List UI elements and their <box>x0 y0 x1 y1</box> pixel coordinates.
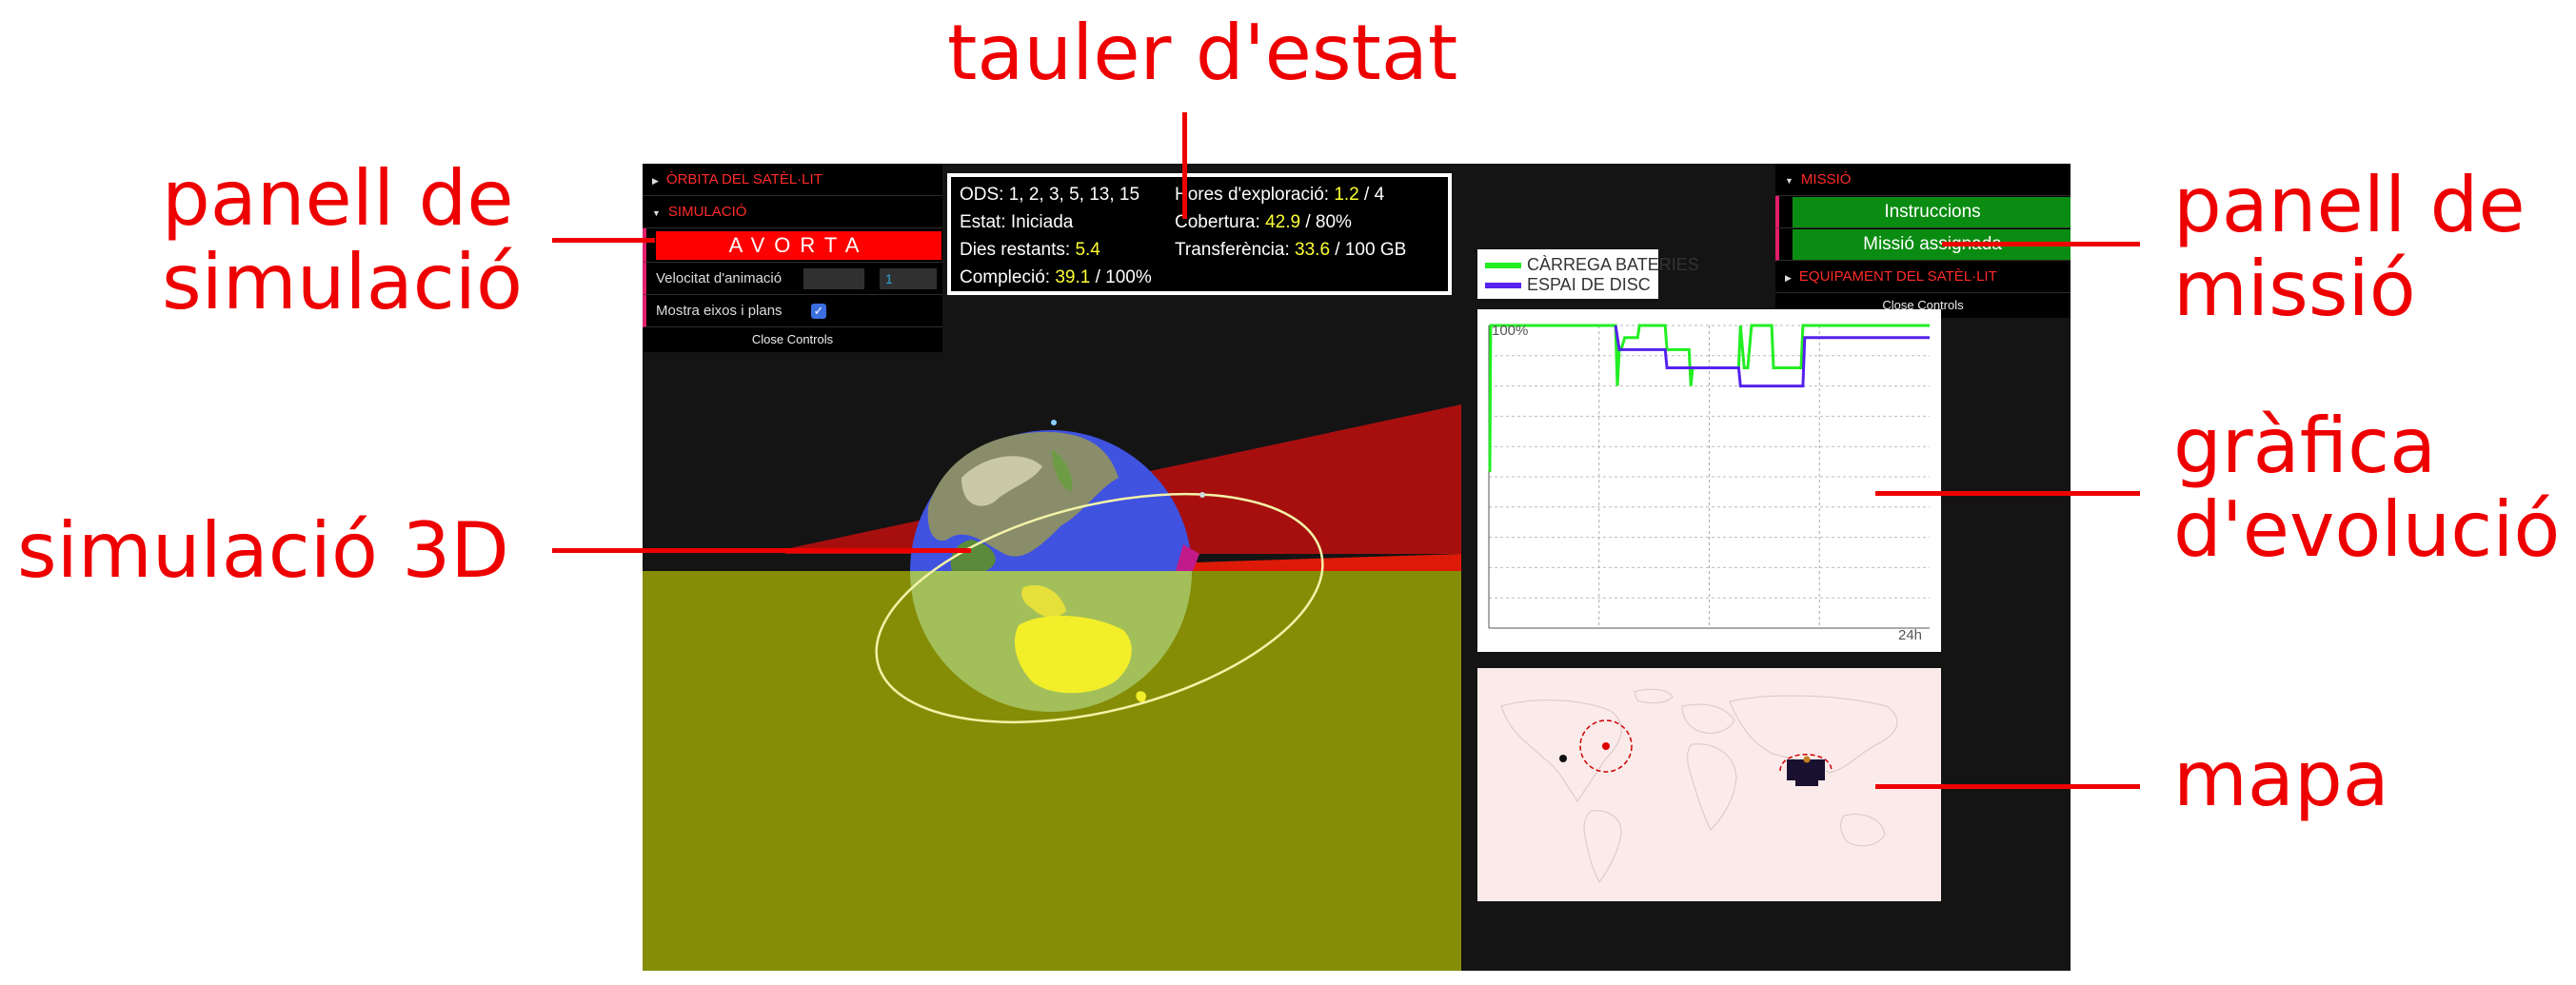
hours-total: / 4 <box>1364 185 1385 205</box>
close-controls-button[interactable]: Close Controls <box>643 327 942 352</box>
abort-row: AVORTA <box>643 228 942 263</box>
transfer-total: / 100 GB <box>1335 240 1407 260</box>
days-label: Dies restants: <box>960 240 1071 260</box>
legend-item-battery: CÀRREGA BATERIES <box>1485 255 1699 275</box>
triangle-down-icon: ▼ <box>1785 176 1793 186</box>
folder-simulation[interactable]: ▼ SIMULACIÓ <box>643 196 942 228</box>
days-value: 5.4 <box>1075 240 1100 260</box>
ods-label: ODS: <box>960 185 1004 205</box>
continent-outlines <box>1500 688 1898 883</box>
folder-orbit-label: ÒRBITA DEL SATÈL·LIT <box>665 171 822 187</box>
abort-button[interactable]: AVORTA <box>656 231 941 260</box>
callout-chart-line1: gràfica <box>2173 402 2437 490</box>
ods-line: ODS: 1, 2, 3, 5, 13, 15 <box>960 185 1139 206</box>
mission-panel: ▼ MISSIÓ Instruccions Missió assignada ▶ E… <box>1775 164 2071 318</box>
instructions-row: Instruccions <box>1775 196 2071 228</box>
legend-label-disk: ESPAI DE DISC <box>1527 275 1651 294</box>
status-board: ODS: 1, 2, 3, 5, 13, 15 Estat: Iniciada … <box>947 173 1452 295</box>
triangle-right-icon: ▶ <box>1785 273 1792 283</box>
target-marker <box>1602 742 1610 750</box>
folder-sim-label: SIMULACIÓ <box>667 204 747 220</box>
evolution-chart: 100% 24h <box>1477 309 1941 652</box>
ground-track-map <box>1477 668 1941 901</box>
leader-sim-panel <box>552 238 655 243</box>
simulation-panel: ▶ ÒRBITA DEL SATÈL·LIT ▼ SIMULACIÓ AVORTA … <box>643 164 942 352</box>
chart-grid <box>1488 325 1930 629</box>
app-viewport[interactable]: ▶ ÒRBITA DEL SATÈL·LIT ▼ SIMULACIÓ AVORTA … <box>643 164 2071 971</box>
coverage-line: Cobertura: 42.9 / 80% <box>1175 212 1352 233</box>
folder-equipment-label: EQUIPAMENT DEL SATÈL·LIT <box>1798 268 1997 285</box>
evolution-chart-svg: 100% 24h <box>1488 323 1930 643</box>
satellite-icon <box>1051 420 1057 425</box>
triangle-right-icon: ▶ <box>652 176 659 186</box>
transfer-value: 33.6 <box>1295 240 1331 260</box>
legend-swatch-disk <box>1485 283 1521 289</box>
coverage-total: / 80% <box>1305 212 1352 232</box>
triangle-down-icon: ▼ <box>652 208 661 218</box>
callout-sim-panel-line1: panell de <box>162 154 514 243</box>
leader-status-panel <box>1182 112 1187 219</box>
folder-satellite-equipment[interactable]: ▶ EQUIPAMENT DEL SATÈL·LIT <box>1775 261 2071 293</box>
legend-label-battery: CÀRREGA BATERIES <box>1527 255 1699 274</box>
leader-mission-panel <box>1942 242 2140 246</box>
transfer-line: Transferència: 33.6 / 100 GB <box>1175 240 1406 261</box>
callout-mission-panel-line1: panell de <box>2173 161 2526 249</box>
leader-map <box>1875 784 2140 789</box>
ods-value: 1, 2, 3, 5, 13, 15 <box>1008 185 1140 205</box>
transfer-label: Transferència: <box>1175 240 1290 260</box>
callout-status-panel: tauler d'estat <box>947 9 1458 97</box>
days-line: Dies restants: 5.4 <box>960 240 1100 261</box>
callout-chart: gràfica d'evolució <box>2173 404 2560 572</box>
callout-sim-panel-line2: simulació <box>162 238 523 326</box>
legend-item-disk: ESPAI DE DISC <box>1485 275 1651 295</box>
station-marker <box>1803 756 1811 763</box>
callout-map: mapa <box>2173 735 2389 823</box>
show-axes-label: Mostra eixos i plans <box>656 303 783 319</box>
state-label: Estat: <box>960 212 1006 232</box>
world-map <box>1500 688 1898 883</box>
chart-legend: CÀRREGA BATERIES ESPAI DE DISC <box>1477 249 1699 299</box>
hours-line: Hores d'exploració: 1.2 / 4 <box>1175 185 1384 206</box>
instructions-button[interactable]: Instruccions <box>1793 197 2071 227</box>
callout-sim-panel: panell de simulació <box>162 157 523 325</box>
coverage-label: Cobertura: <box>1175 212 1260 232</box>
completion-label: Compleció: <box>960 267 1051 287</box>
satellite-icon <box>1199 492 1205 498</box>
show-axes-checkbox[interactable]: ✓ <box>811 304 826 319</box>
folder-satellite-orbit[interactable]: ▶ ÒRBITA DEL SATÈL·LIT <box>643 164 942 196</box>
completion-line: Compleció: 39.1 / 100% <box>960 267 1152 288</box>
anim-speed-input[interactable]: 1 <box>880 268 937 289</box>
chart-lines <box>1488 324 1930 473</box>
anim-speed-label: Velocitat d'animació <box>656 270 783 286</box>
chart-xmax-label: 24h <box>1898 627 1922 643</box>
leader-chart <box>1875 491 2140 496</box>
completion-value: 39.1 <box>1055 267 1091 287</box>
state-value: Iniciada <box>1010 212 1074 232</box>
state-line: Estat: Iniciada <box>960 212 1073 233</box>
coverage-value: 42.9 <box>1265 212 1301 232</box>
show-axes-row: Mostra eixos i plans ✓ <box>643 295 942 327</box>
legend-swatch-battery <box>1485 263 1521 269</box>
folder-mission-label: MISSIÓ <box>1800 171 1852 187</box>
anim-speed-slider[interactable] <box>803 268 864 289</box>
callout-3d-sim: simulació 3D <box>17 506 509 595</box>
coverage-block <box>1795 773 1818 786</box>
callout-mission-panel: panell de missió <box>2173 164 2526 331</box>
anim-speed-row: Velocitat d'animació 1 <box>643 263 942 295</box>
completion-total: / 100% <box>1095 267 1152 287</box>
callout-chart-line2: d'evolució <box>2173 485 2561 574</box>
callout-mission-panel-line2: missió <box>2173 245 2416 333</box>
hours-value: 1.2 <box>1334 185 1359 205</box>
folder-mission[interactable]: ▼ MISSIÓ <box>1775 164 2071 196</box>
leader-3d-sim <box>552 548 971 553</box>
series-line-battery <box>1488 324 1930 473</box>
chart-ymax-label: 100% <box>1492 323 1528 339</box>
hours-label: Hores d'exploració: <box>1175 185 1330 205</box>
satellite-position-marker <box>1559 755 1567 762</box>
